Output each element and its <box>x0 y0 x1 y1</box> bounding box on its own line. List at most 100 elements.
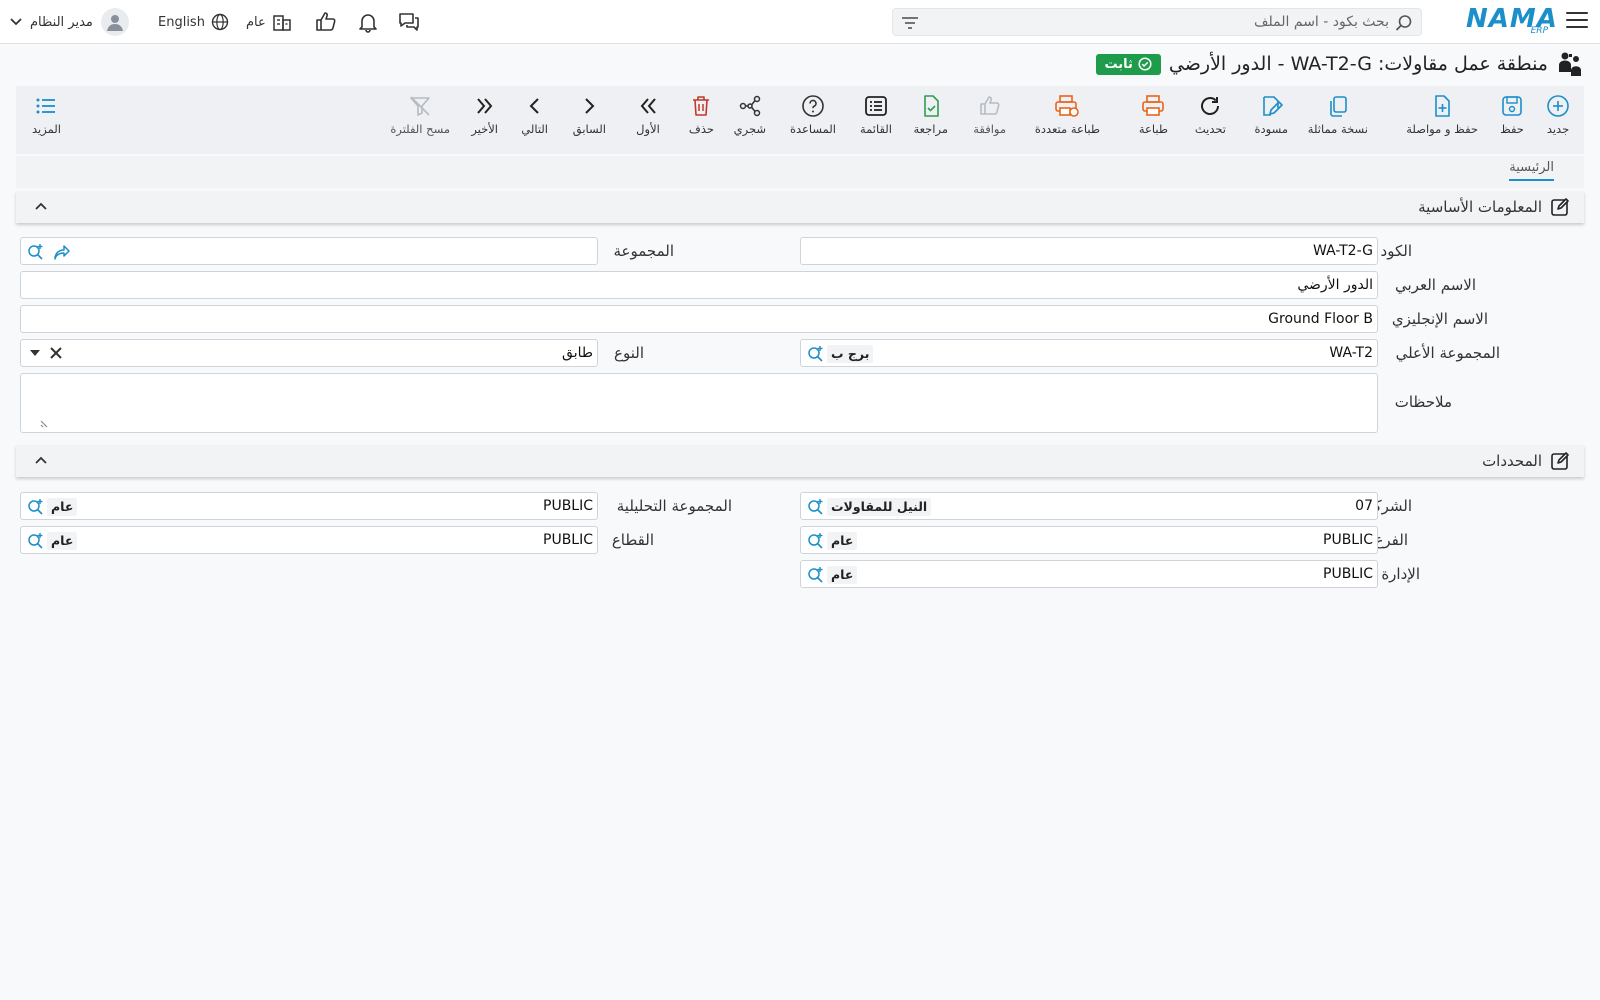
share-icon[interactable] <box>53 243 71 261</box>
chevrons-left-icon <box>640 98 656 114</box>
user-icon <box>106 15 123 31</box>
group-label: المجموعة <box>613 242 674 260</box>
parent-group-field[interactable]: WA-T2 برج ب <box>800 339 1378 367</box>
tab-main[interactable]: الرئيسية <box>1509 160 1554 181</box>
arabic-name-label: الاسم العربي <box>1395 276 1476 294</box>
clear-filter-button[interactable]: مسح الفلترة <box>390 94 450 148</box>
next-button[interactable]: التالي <box>521 94 548 148</box>
building-icon <box>273 15 291 31</box>
multi-printer-icon <box>1055 95 1080 117</box>
group-field[interactable] <box>20 237 598 265</box>
search-input[interactable] <box>949 12 1389 32</box>
parent-group-tag: برج ب <box>827 345 874 363</box>
workers-icon <box>1559 52 1581 76</box>
save-icon <box>1502 96 1522 116</box>
global-search <box>892 8 1422 36</box>
app-logo[interactable]: NAMA ERP <box>1466 4 1557 38</box>
filter-icon[interactable] <box>901 15 919 31</box>
sector-field[interactable]: PUBLIC عام <box>20 526 598 554</box>
refresh-button[interactable]: تحديث <box>1195 94 1226 148</box>
hamburger-menu-icon[interactable] <box>1566 12 1588 30</box>
sector-label: القطاع <box>611 531 654 549</box>
printer-icon <box>1142 95 1165 116</box>
list-menu-icon <box>36 98 56 114</box>
code-field[interactable]: WA-T2-G <box>800 237 1378 265</box>
chat-icon[interactable] <box>397 10 421 34</box>
branch-field[interactable]: PUBLIC عام <box>800 526 1378 554</box>
company-tag: النيل للمقاولات <box>827 498 932 516</box>
search-icon[interactable] <box>1395 14 1413 32</box>
user-name: مدير النظام <box>30 14 93 30</box>
company-value: 07 <box>1355 498 1373 514</box>
resize-grip-icon[interactable] <box>39 419 49 429</box>
arabic-name-field[interactable]: الدور الأرضي <box>20 271 1378 299</box>
draft-icon <box>1263 96 1284 116</box>
action-toolbar: جديد حفظ حفظ و مواصلة نسخة مماثلة مسودة … <box>16 86 1584 154</box>
dimensions-section-header[interactable]: المحددات <box>16 445 1584 477</box>
edit-icon <box>1551 452 1569 470</box>
more-button[interactable]: المزيد <box>32 94 61 148</box>
company-field[interactable]: 07 النيل للمقاولات <box>800 492 1378 520</box>
thumbs-up-icon[interactable] <box>314 10 338 34</box>
last-button[interactable]: الأخير <box>471 94 498 148</box>
delete-button[interactable]: حذف <box>689 94 714 148</box>
english-name-value: Ground Floor B <box>1268 311 1373 327</box>
approve-button[interactable]: موافقة <box>973 94 1006 148</box>
duplicate-button[interactable]: نسخة مماثلة <box>1308 94 1368 148</box>
save-button[interactable]: حفظ <box>1500 94 1524 148</box>
type-label: النوع <box>614 344 644 362</box>
branch-selector[interactable]: عام <box>246 12 292 32</box>
bell-icon[interactable] <box>356 10 380 34</box>
analytic-group-tag: عام <box>47 498 78 516</box>
basic-info-section-header[interactable]: المعلومات الأساسية <box>16 191 1584 223</box>
search-plus-icon[interactable] <box>27 532 45 550</box>
chevron-right-icon <box>585 98 595 114</box>
branch-label-field: الفرع <box>1374 531 1408 549</box>
code-value: WA-T2-G <box>1313 243 1373 259</box>
status-text: ثابت <box>1104 56 1133 72</box>
file-check-icon <box>923 95 939 117</box>
sector-value: PUBLIC <box>543 532 593 548</box>
next-label: التالي <box>521 122 548 136</box>
help-label: المساعدة <box>789 122 836 136</box>
first-button[interactable]: الأول <box>636 94 660 148</box>
chevron-up-icon[interactable] <box>34 453 48 467</box>
multi-print-button[interactable]: طباعة متعددة <box>1035 94 1100 148</box>
arabic-name-value: الدور الأرضي <box>1297 277 1373 293</box>
department-field[interactable]: PUBLIC عام <box>800 560 1378 588</box>
save-label: حفظ <box>1500 122 1524 136</box>
user-menu[interactable]: مدير النظام <box>10 8 129 36</box>
tree-label: شجري <box>733 122 766 136</box>
search-plus-icon[interactable] <box>807 566 825 584</box>
language-switch[interactable]: English <box>158 12 229 32</box>
tree-button[interactable]: شجري <box>734 94 766 148</box>
search-plus-icon[interactable] <box>27 498 45 516</box>
draft-button[interactable]: مسودة <box>1254 94 1288 148</box>
english-name-field[interactable]: Ground Floor B <box>20 305 1378 333</box>
list-button[interactable]: القائمة <box>860 94 892 148</box>
chevrons-right-icon <box>476 98 492 114</box>
parent-group-label: المجموعة الأعلي <box>1395 344 1500 362</box>
search-plus-icon[interactable] <box>807 498 825 516</box>
basic-info-title-text: المعلومات الأساسية <box>1418 198 1542 216</box>
analytic-group-field[interactable]: PUBLIC عام <box>20 492 598 520</box>
notes-textarea[interactable] <box>20 373 1378 433</box>
help-button[interactable]: المساعدة <box>790 94 836 148</box>
caret-down-icon[interactable] <box>29 348 41 358</box>
department-tag: عام <box>827 566 858 584</box>
first-label: الأول <box>636 122 660 136</box>
refresh-icon <box>1201 97 1220 115</box>
chevron-left-icon <box>529 98 539 114</box>
print-button[interactable]: طباعة <box>1139 94 1168 148</box>
clear-icon[interactable] <box>49 346 63 360</box>
new-button[interactable]: جديد <box>1546 94 1570 148</box>
search-plus-icon[interactable] <box>27 243 45 261</box>
chevron-up-icon[interactable] <box>34 199 48 213</box>
search-plus-icon[interactable] <box>807 532 825 550</box>
save-continue-button[interactable]: حفظ و مواصلة <box>1406 94 1478 148</box>
approve-label: موافقة <box>973 122 1006 136</box>
type-select[interactable]: طابق <box>20 339 598 367</box>
search-plus-icon[interactable] <box>807 345 825 363</box>
review-button[interactable]: مراجعة <box>913 94 948 148</box>
previous-button[interactable]: السابق <box>573 94 606 148</box>
